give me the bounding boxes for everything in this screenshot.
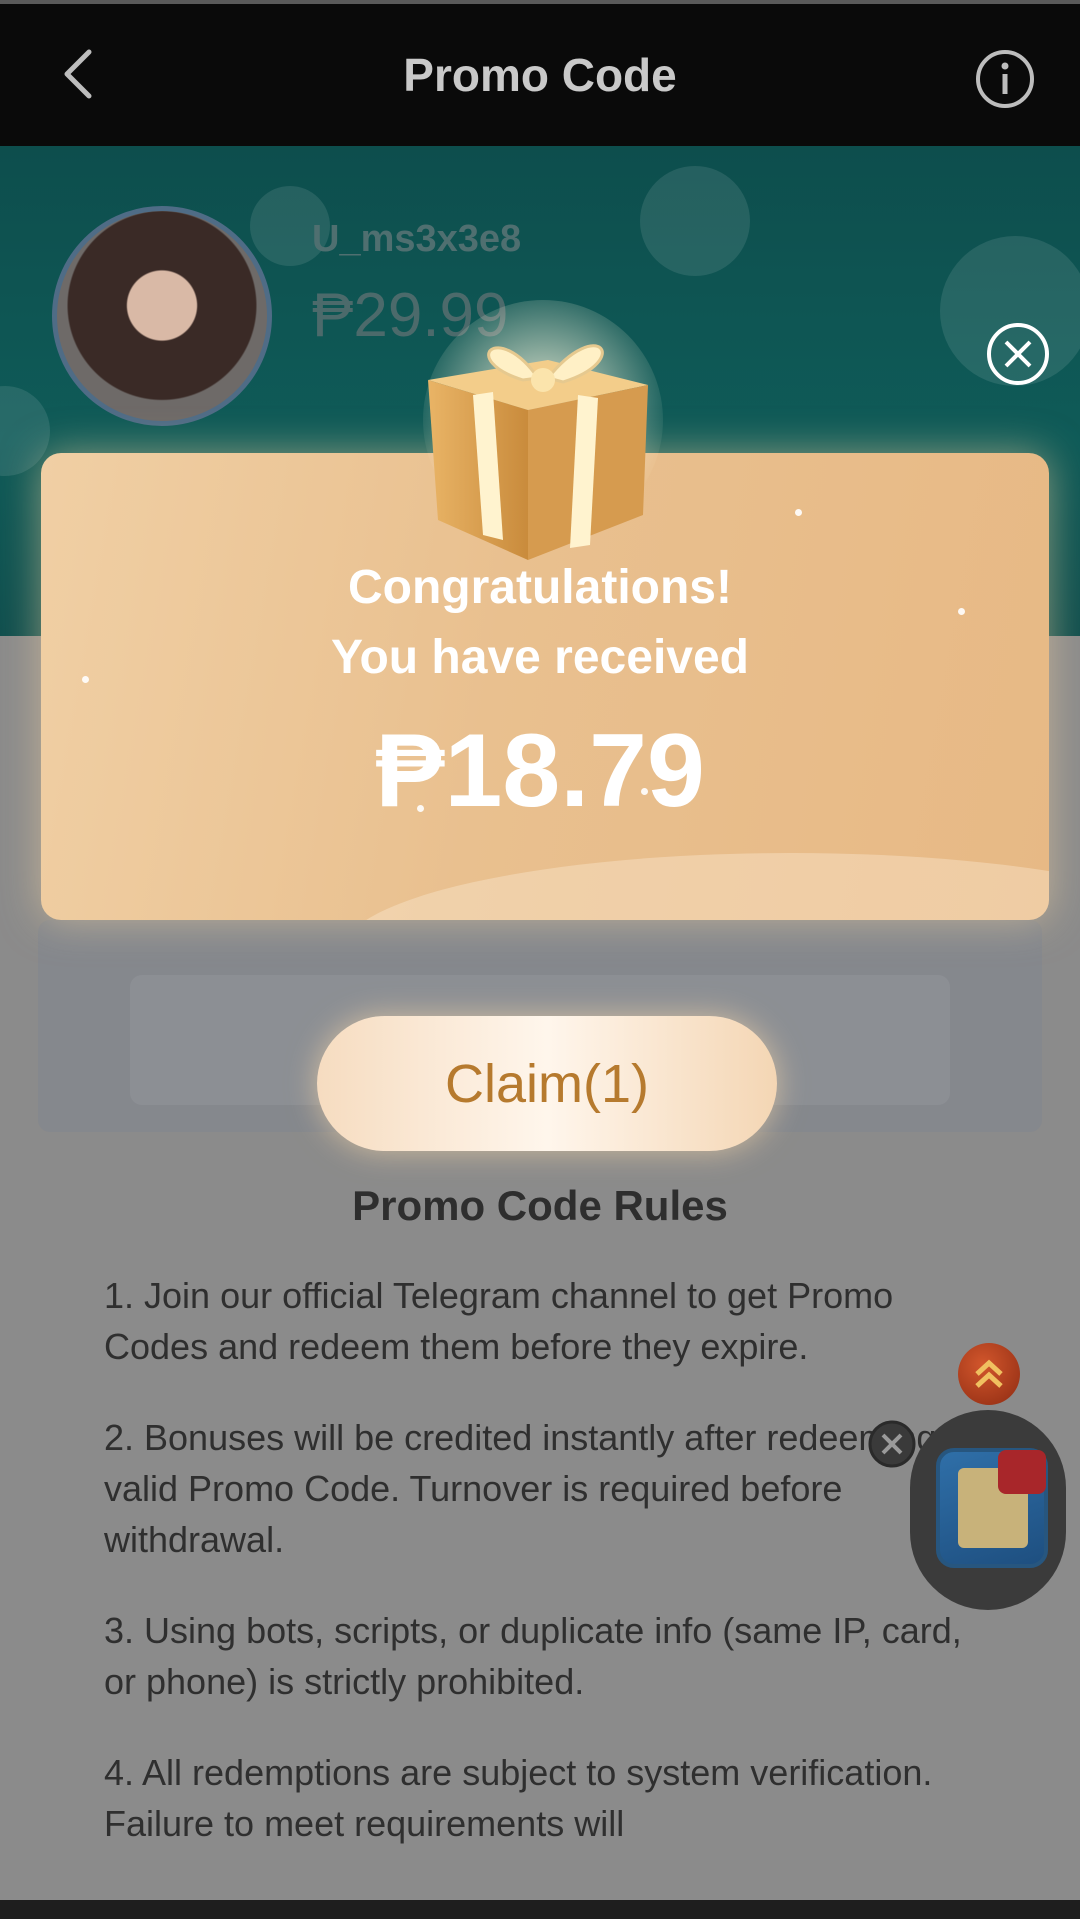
- page-title: Promo Code: [403, 49, 677, 101]
- info-icon[interactable]: [974, 48, 1036, 110]
- close-icon[interactable]: [985, 321, 1051, 387]
- reward-amount: ₱18.79: [375, 713, 705, 829]
- congrats-message: Congratulations! You have received: [0, 553, 1080, 693]
- gift-box-icon: [423, 300, 663, 560]
- claim-button[interactable]: Claim(1): [317, 1016, 777, 1151]
- app-header: Promo Code: [0, 4, 1080, 146]
- received-line: You have received: [331, 631, 749, 684]
- congrats-line: Congratulations!: [348, 561, 732, 614]
